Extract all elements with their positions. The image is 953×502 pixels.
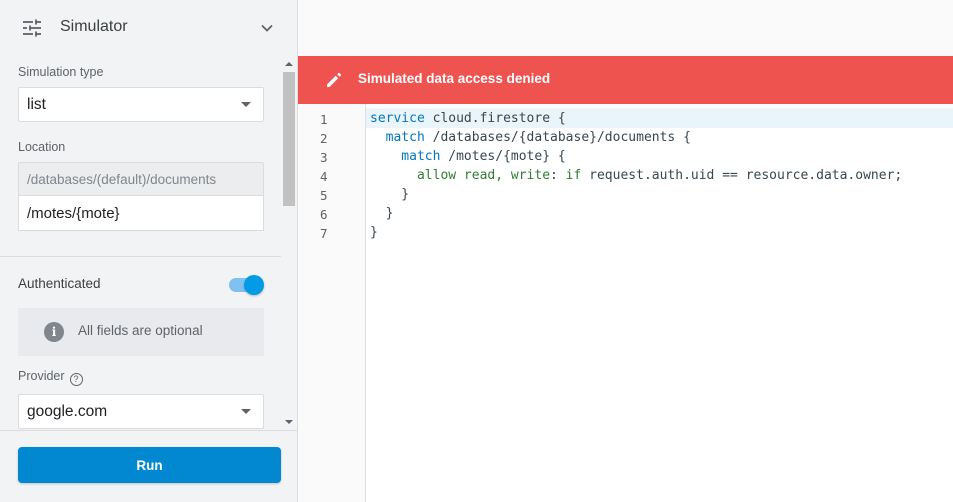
scroll-up-icon[interactable] (285, 62, 293, 66)
section-divider (0, 256, 281, 257)
code-text: } (370, 225, 378, 240)
line-number: 4 (320, 169, 328, 184)
optional-note-text: All fields are optional (78, 323, 203, 338)
code-line: } (370, 204, 394, 223)
location-label: Location (18, 140, 66, 154)
caret-down-icon (241, 102, 251, 107)
simulator-header[interactable]: Simulator (0, 0, 297, 56)
location-prefix: /databases/(default)/documents (18, 162, 264, 196)
pencil-icon (327, 72, 342, 87)
simulator-panel: Simulator Simulation type list Location … (0, 0, 298, 502)
code-text: /motes/{mote} { (440, 149, 566, 164)
line-number: 5 (320, 188, 328, 203)
info-icon: i (44, 322, 64, 342)
provider-value: google.com (27, 402, 108, 420)
line-number: 1 (320, 112, 328, 127)
simulator-form: Simulation type list Location /databases… (0, 56, 297, 430)
code-text: request.auth.uid == resource.data.owner; (581, 168, 903, 183)
line-number: 7 (320, 226, 328, 241)
code-line: match /motes/{mote} { (370, 147, 566, 166)
code-line: allow read, write: if request.auth.uid =… (370, 166, 902, 185)
provider-label: Provider (18, 369, 65, 383)
scroll-down-icon[interactable] (285, 420, 293, 424)
simulation-type-label: Simulation type (18, 65, 104, 79)
optional-note: i All fields are optional (18, 308, 264, 356)
code-text: cloud.firestore { (424, 111, 566, 126)
code-text: } (370, 187, 410, 202)
chevron-down-icon[interactable] (259, 20, 275, 36)
rules-editor-area: Simulated data access denied 1 2 3 4 5 6… (298, 0, 953, 502)
code-text: /databases/{database}/documents { (424, 130, 691, 145)
location-path-input[interactable]: /motes/{mote} (18, 196, 264, 231)
code-methods: read, write (463, 168, 551, 183)
line-number: 6 (320, 207, 328, 222)
footer-divider (0, 430, 297, 431)
simulation-type-select[interactable]: list (18, 87, 264, 122)
code-keyword: if (565, 168, 582, 183)
code-content[interactable]: service cloud.firestore { match /databas… (366, 104, 953, 502)
editor-top-bar (298, 0, 953, 56)
code-line: } (370, 223, 378, 242)
line-number: 2 (320, 131, 328, 146)
code-text: : (550, 168, 566, 183)
code-line: match /databases/{database}/documents { (370, 128, 691, 147)
code-keyword: allow (370, 168, 457, 183)
code-text: } (370, 206, 394, 221)
provider-label-row: Provider? (18, 369, 83, 386)
code-editor[interactable]: 1 2 3 4 5 6 7 service cloud.firestore { … (298, 104, 953, 502)
access-denied-banner: Simulated data access denied (298, 56, 953, 104)
location-path-value: /motes/{mote} (27, 204, 120, 222)
banner-message: Simulated data access denied (358, 71, 551, 86)
tune-icon (23, 19, 41, 37)
simulation-type-value: list (27, 95, 46, 113)
location-prefix-text: /databases/(default)/documents (27, 171, 217, 187)
provider-select[interactable]: google.com (18, 394, 264, 429)
run-button[interactable]: Run (18, 447, 281, 483)
help-icon[interactable]: ? (69, 373, 83, 386)
code-line: } (370, 185, 409, 204)
code-keyword: service (370, 111, 425, 126)
authenticated-label: Authenticated (18, 276, 101, 291)
sidebar-scrollbar[interactable] (281, 56, 297, 430)
scroll-thumb[interactable] (283, 72, 295, 206)
code-keyword: match (370, 130, 425, 145)
authenticated-toggle[interactable] (228, 274, 264, 296)
caret-down-icon (241, 409, 251, 414)
line-number: 3 (320, 150, 328, 165)
code-keyword: match (370, 149, 441, 164)
code-line: service cloud.firestore { (370, 109, 566, 128)
simulator-title: Simulator (60, 18, 128, 35)
line-number-gutter: 1 2 3 4 5 6 7 (298, 104, 366, 502)
toggle-knob (244, 275, 264, 295)
